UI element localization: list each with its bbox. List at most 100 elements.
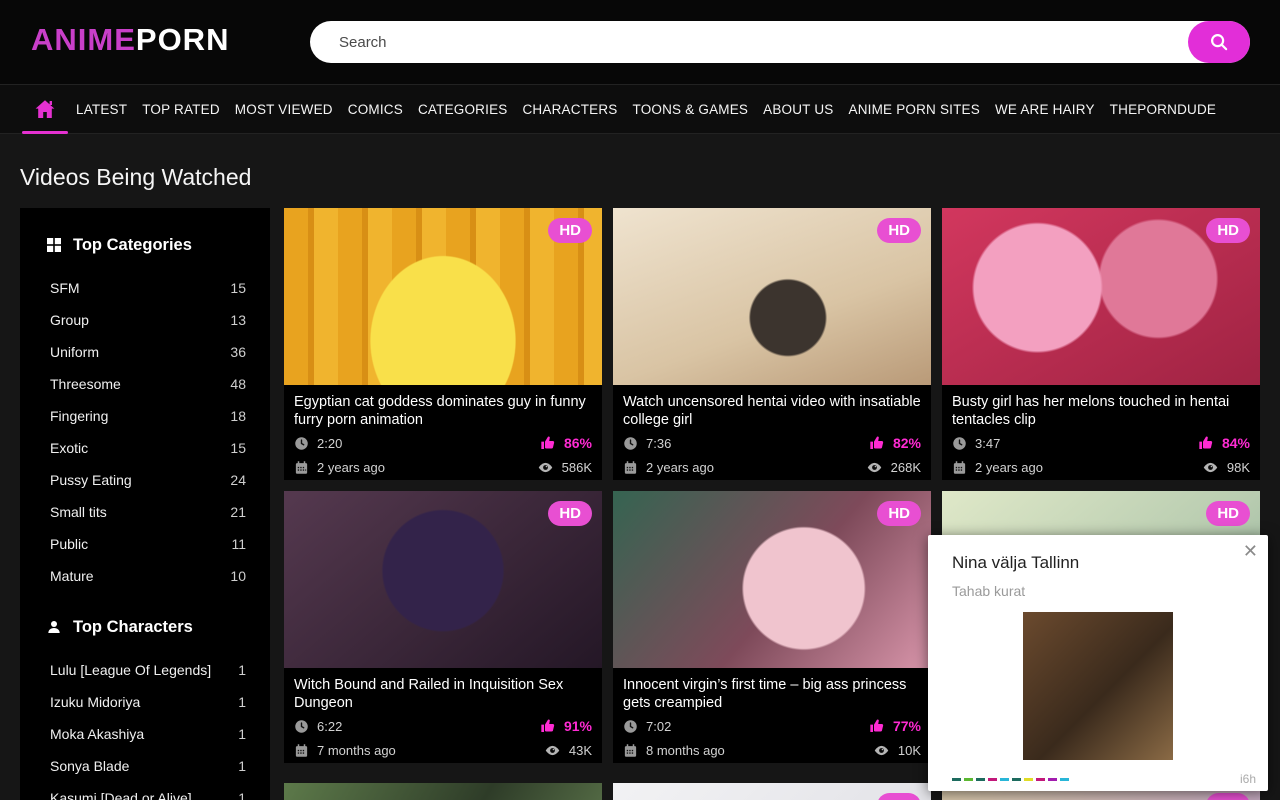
video-duration-group: 3:47 [952,436,1000,451]
nav-item-categories[interactable]: CATEGORIES [411,102,515,117]
video-age-group: 2 years ago [623,460,714,475]
video-title[interactable]: Witch Bound and Railed in Inquisition Se… [294,676,592,713]
clock-icon [294,436,309,451]
nav-item-toons-games[interactable]: TOONS & GAMES [626,102,756,117]
nav-home[interactable] [22,84,68,134]
calendar-icon [623,460,638,475]
video-card-5[interactable]: HD Innocent virgin’s first time – big as… [613,491,931,763]
category-item-public[interactable]: Public11 [38,528,252,560]
video-title[interactable]: Egyptian cat goddess dominates guy in fu… [294,393,592,430]
video-rating: 91% [564,718,592,734]
video-rating-group[interactable]: 82% [869,435,921,451]
video-card-3[interactable]: HD Busty girl has her melons touched in … [942,208,1260,480]
character-item-moka-akashiya[interactable]: Moka Akashiya1 [38,718,252,750]
video-views: 43K [569,743,592,758]
nav-item-comics[interactable]: COMICS [341,102,410,117]
thumbs-up-icon [540,718,556,734]
video-duration: 6:22 [317,719,342,734]
video-card-2[interactable]: HD Watch uncensored hentai video with in… [613,208,931,480]
video-title[interactable]: Watch uncensored hentai video with insat… [623,393,921,430]
video-age: 2 years ago [646,460,714,475]
clock-icon [623,436,638,451]
nav-item-characters[interactable]: CHARACTERS [515,102,624,117]
nav-item-top-rated[interactable]: TOP RATED [135,102,227,117]
video-age-group: 2 years ago [294,460,385,475]
video-rating: 86% [564,435,592,451]
page-root: ANIMEPORN LATEST TOP RATED MOST VIEWED C… [0,0,1280,800]
video-thumbnail[interactable]: HD [613,491,931,668]
nav-item-theporndude[interactable]: THEPORNDUDE [1103,102,1223,117]
top-characters-title: Top Characters [73,618,193,637]
video-rating-group[interactable]: 77% [869,718,921,734]
hd-badge: HD [877,793,921,800]
nav-item-we-are-hairy[interactable]: WE ARE HAIRY [988,102,1102,117]
video-rating: 77% [893,718,921,734]
popup-title: Nina välja Tallinn [928,535,1268,573]
category-item-sfm[interactable]: SFM15 [38,272,252,304]
nav-item-about-us[interactable]: ABOUT US [756,102,840,117]
video-views: 98K [1227,460,1250,475]
video-thumbnail[interactable]: HD [284,491,602,668]
video-card-1[interactable]: HD Egyptian cat goddess dominates guy in… [284,208,602,480]
video-thumbnail[interactable] [284,783,602,800]
category-item-small-tits[interactable]: Small tits21 [38,496,252,528]
video-thumbnail[interactable]: HD [284,208,602,385]
video-card-4[interactable]: HD Witch Bound and Railed in Inquisition… [284,491,602,763]
video-title[interactable]: Innocent virgin’s first time – big ass p… [623,676,921,713]
character-item-izuku-midoriya[interactable]: Izuku Midoriya1 [38,686,252,718]
hd-badge: HD [1206,218,1250,243]
popup-photo[interactable] [1023,612,1173,760]
search-input[interactable] [310,21,1250,63]
calendar-icon [952,460,967,475]
site-logo[interactable]: ANIMEPORN [31,22,229,58]
hd-badge: HD [548,501,592,526]
video-info: Innocent virgin’s first time – big ass p… [613,668,931,761]
video-views: 586K [562,460,592,475]
video-views-group: 268K [866,459,921,476]
video-rating-group[interactable]: 86% [540,435,592,451]
top-categories-title: Top Categories [73,236,192,255]
category-list: SFM15 Group13 Uniform36 Threesome48 Fing… [38,272,252,592]
category-item-fingering[interactable]: Fingering18 [38,400,252,432]
video-rating-group[interactable]: 91% [540,718,592,734]
character-item-sonya-blade[interactable]: Sonya Blade1 [38,750,252,782]
video-views-group: 586K [537,459,592,476]
category-item-exotic[interactable]: Exotic15 [38,432,252,464]
clock-icon [623,719,638,734]
category-item-threesome[interactable]: Threesome48 [38,368,252,400]
calendar-icon [294,743,309,758]
search-button[interactable] [1188,21,1250,63]
hd-badge: HD [1206,793,1250,800]
video-rating-group[interactable]: 84% [1198,435,1250,451]
video-duration: 3:47 [975,436,1000,451]
video-views: 268K [891,460,921,475]
video-thumbnail[interactable]: HD [613,783,931,800]
popup-subtitle: Tahab kurat [928,573,1268,599]
nav-item-anime-porn-sites[interactable]: ANIME PORN SITES [842,102,987,117]
video-age: 2 years ago [975,460,1043,475]
category-item-pussy-eating[interactable]: Pussy Eating24 [38,464,252,496]
video-duration: 7:36 [646,436,671,451]
grid-icon [46,237,62,253]
site-header: ANIMEPORN [0,0,1280,84]
video-title[interactable]: Busty girl has her melons touched in hen… [952,393,1250,430]
category-item-uniform[interactable]: Uniform36 [38,336,252,368]
video-duration: 7:02 [646,719,671,734]
video-thumbnail[interactable]: HD [942,208,1260,385]
video-thumbnail[interactable]: HD [613,208,931,385]
video-info: Witch Bound and Railed in Inquisition Se… [284,668,602,761]
video-age-group: 2 years ago [952,460,1043,475]
nav-item-latest[interactable]: LATEST [69,102,134,117]
category-item-group[interactable]: Group13 [38,304,252,336]
top-categories-header: Top Categories [38,232,252,258]
hd-badge: HD [1206,501,1250,526]
nav-item-most-viewed[interactable]: MOST VIEWED [228,102,340,117]
character-item-kasumi[interactable]: Kasumi [Dead or Alive]1 [38,782,252,800]
close-icon[interactable]: ✕ [1243,541,1258,561]
clock-icon [952,436,967,451]
hd-badge: HD [548,218,592,243]
category-item-mature[interactable]: Mature10 [38,560,252,592]
thumbs-up-icon [540,435,556,451]
character-item-lulu[interactable]: Lulu [League Of Legends]1 [38,654,252,686]
search-icon [1208,31,1230,53]
